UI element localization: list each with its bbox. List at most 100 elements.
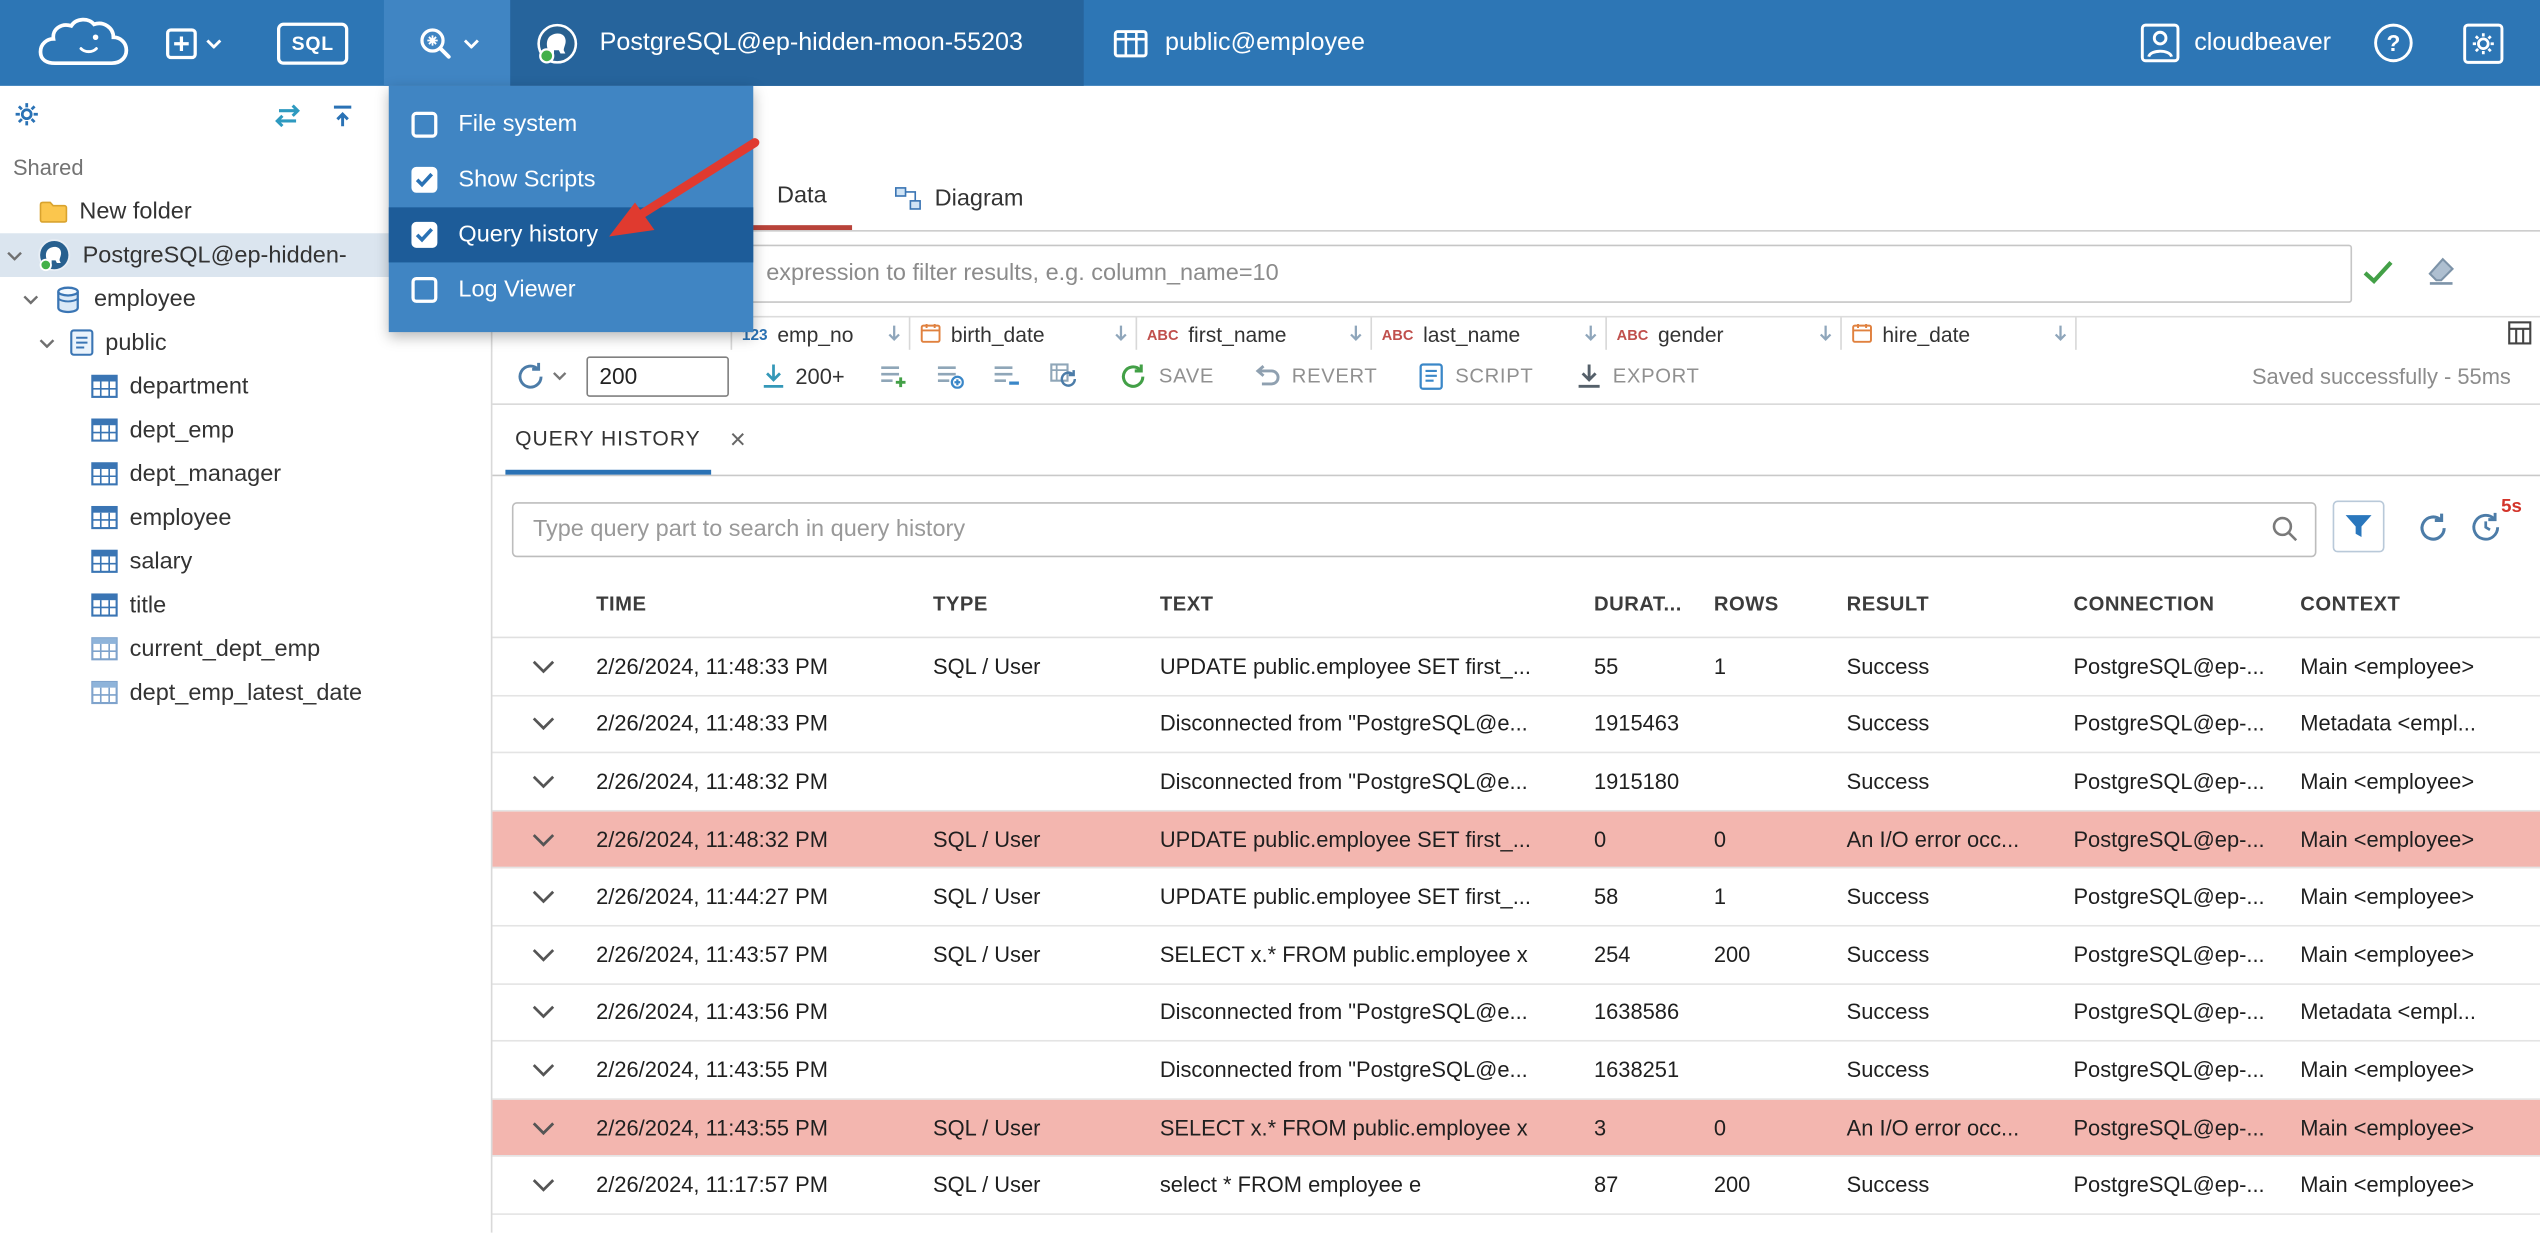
expand-row-button[interactable] <box>492 659 589 674</box>
chevron-down-icon[interactable] <box>23 294 42 304</box>
column-rows[interactable]: ROWS <box>1707 593 1840 616</box>
column-connection[interactable]: CONNECTION <box>2067 593 2294 616</box>
script-label: SCRIPT <box>1455 364 1534 388</box>
sort-arrow-icon[interactable] <box>1818 322 1834 343</box>
connection-selector[interactable]: PostgreSQL@ep-hidden-moon-55203 <box>510 0 1084 86</box>
sort-arrow-icon[interactable] <box>1113 322 1129 343</box>
menu-item-query-history[interactable]: Query history <box>388 207 754 263</box>
revert-button[interactable]: REVERT <box>1253 364 1378 388</box>
checkbox-checked[interactable] <box>411 221 438 248</box>
expand-row-button[interactable] <box>492 1005 589 1020</box>
query-history-row[interactable]: 2/26/2024, 11:44:27 PM SQL / User UPDATE… <box>492 869 2540 927</box>
view-menu-button[interactable] <box>384 0 511 86</box>
sidebar-settings-button[interactable] <box>13 100 41 128</box>
collapse-all-button[interactable] <box>330 104 354 128</box>
menu-item-log-viewer[interactable]: Log Viewer <box>389 262 753 317</box>
tab-diagram[interactable]: Diagram <box>878 167 1040 230</box>
sync-connections-button[interactable] <box>272 104 303 128</box>
query-history-row[interactable]: 2/26/2024, 11:43:56 PM Disconnected from… <box>492 984 2540 1042</box>
query-history-row[interactable]: 2/26/2024, 11:43:55 PM SQL / User SELECT… <box>492 1099 2540 1158</box>
duplicate-row-button[interactable] <box>937 363 965 389</box>
refresh-results-button[interactable] <box>515 360 567 391</box>
query-history-row[interactable]: 2/26/2024, 11:48:33 PM SQL / User UPDATE… <box>492 638 2540 696</box>
sort-arrow-icon[interactable] <box>1348 322 1364 343</box>
tree-item-table[interactable]: dept_manager <box>0 452 491 496</box>
schema-selector[interactable]: public@employee <box>1113 28 1365 57</box>
column-result[interactable]: RESULT <box>1840 593 2067 616</box>
refresh-grid-button[interactable] <box>1050 363 1078 389</box>
sort-arrow-icon[interactable] <box>2052 322 2068 343</box>
chevron-down-icon[interactable] <box>39 338 58 348</box>
expand-row-button[interactable] <box>492 717 589 732</box>
checkbox-checked[interactable] <box>411 166 438 193</box>
expand-row-button[interactable] <box>492 890 589 905</box>
column-duration[interactable]: DURAT... <box>1588 593 1708 616</box>
chevron-down-icon[interactable] <box>6 250 25 260</box>
tree-item-view[interactable]: current_dept_emp <box>0 627 491 671</box>
cell-duration: 1915180 <box>1593 769 1680 794</box>
filter-expression-input[interactable] <box>505 244 2353 303</box>
new-connection-button[interactable] <box>165 27 222 59</box>
clear-filter-button[interactable] <box>2423 256 2457 287</box>
tree-item-table[interactable]: title <box>0 583 491 627</box>
tree-item-table[interactable]: dept_emp <box>0 408 491 452</box>
expand-row-button[interactable] <box>492 947 589 962</box>
tree-item-table[interactable]: department <box>0 364 491 408</box>
tree-item-table[interactable]: salary <box>0 539 491 583</box>
history-filter-button[interactable] <box>2332 500 2385 553</box>
row-limit-input[interactable] <box>586 355 729 397</box>
add-row-button[interactable] <box>880 363 908 389</box>
script-button[interactable]: SCRIPT <box>1420 362 1534 390</box>
delete-row-button[interactable] <box>994 363 1022 389</box>
grid-settings-button[interactable] <box>2498 318 2540 350</box>
user-menu-button[interactable]: cloudbeaver <box>2139 23 2331 63</box>
new-sql-editor-button[interactable]: SQL <box>277 21 349 64</box>
tree-item-view[interactable]: dept_emp_latest_date <box>0 671 491 715</box>
expand-row-button[interactable] <box>492 1063 589 1078</box>
query-history-row[interactable]: 2/26/2024, 11:43:55 PM Disconnected from… <box>492 1042 2540 1100</box>
query-history-row[interactable]: 2/26/2024, 11:17:57 PM SQL / User select… <box>492 1157 2540 1215</box>
query-history-row[interactable]: 2/26/2024, 11:48:33 PM Disconnected from… <box>492 696 2540 754</box>
close-icon[interactable]: × <box>730 426 746 454</box>
query-history-row[interactable]: 2/26/2024, 11:43:57 PM SQL / User SELECT… <box>492 927 2540 985</box>
menu-item-show-scripts[interactable]: Show Scripts <box>389 152 753 207</box>
menu-item-file-system[interactable]: File system <box>389 97 753 152</box>
save-button[interactable]: SAVE <box>1120 362 1214 390</box>
cloudbeaver-logo[interactable] <box>23 15 146 70</box>
settings-button[interactable] <box>2462 22 2504 64</box>
history-refresh-button[interactable] <box>2417 512 2449 544</box>
column-type[interactable]: TYPE <box>927 593 1154 616</box>
fetch-more-button[interactable]: 200+ <box>761 363 845 389</box>
cell-connection: PostgreSQL@ep-... <box>2073 1173 2265 1198</box>
column-header-emp-no[interactable]: 123 emp_no <box>732 317 911 350</box>
expand-row-button[interactable] <box>492 774 589 789</box>
query-history-row[interactable]: 2/26/2024, 11:48:32 PM SQL / User UPDATE… <box>492 811 2540 869</box>
tab-data[interactable]: Data <box>751 167 853 231</box>
sort-arrow-icon[interactable] <box>886 322 902 343</box>
search-icon[interactable] <box>2271 515 2299 543</box>
export-button[interactable]: EXPORT <box>1576 363 1700 389</box>
expand-row-button[interactable] <box>492 1120 589 1135</box>
column-header-gender[interactable]: ABC gender <box>1607 317 1842 350</box>
auto-refresh-button[interactable] <box>2469 510 2503 544</box>
expand-row-button[interactable] <box>492 832 589 847</box>
column-text[interactable]: TEXT <box>1153 593 1587 616</box>
column-time[interactable]: TIME <box>590 593 927 616</box>
checkbox-unchecked[interactable] <box>411 277 438 303</box>
column-context[interactable]: CONTEXT <box>2294 593 2540 616</box>
tree-item-label: title <box>129 592 167 618</box>
checkbox-unchecked[interactable] <box>411 111 438 138</box>
help-button[interactable]: ? <box>2373 23 2413 63</box>
tree-item-table[interactable]: employee <box>0 496 491 540</box>
tab-query-history[interactable]: QUERY HISTORY <box>505 405 711 475</box>
column-header-first-name[interactable]: ABC first_name <box>1137 317 1373 350</box>
query-history-row[interactable]: 2/26/2024, 11:48:32 PM Disconnected from… <box>492 754 2540 812</box>
column-header-last-name[interactable]: ABC last_name <box>1372 317 1607 350</box>
sort-arrow-icon[interactable] <box>1583 322 1599 343</box>
query-history-search-input[interactable] <box>511 502 2317 558</box>
column-header-hire-date[interactable]: hire_date <box>1842 317 2077 350</box>
table-icon <box>91 505 119 530</box>
expand-row-button[interactable] <box>492 1178 589 1193</box>
apply-filter-button[interactable] <box>2362 259 2394 285</box>
column-header-birth-date[interactable]: birth_date <box>910 317 1138 350</box>
